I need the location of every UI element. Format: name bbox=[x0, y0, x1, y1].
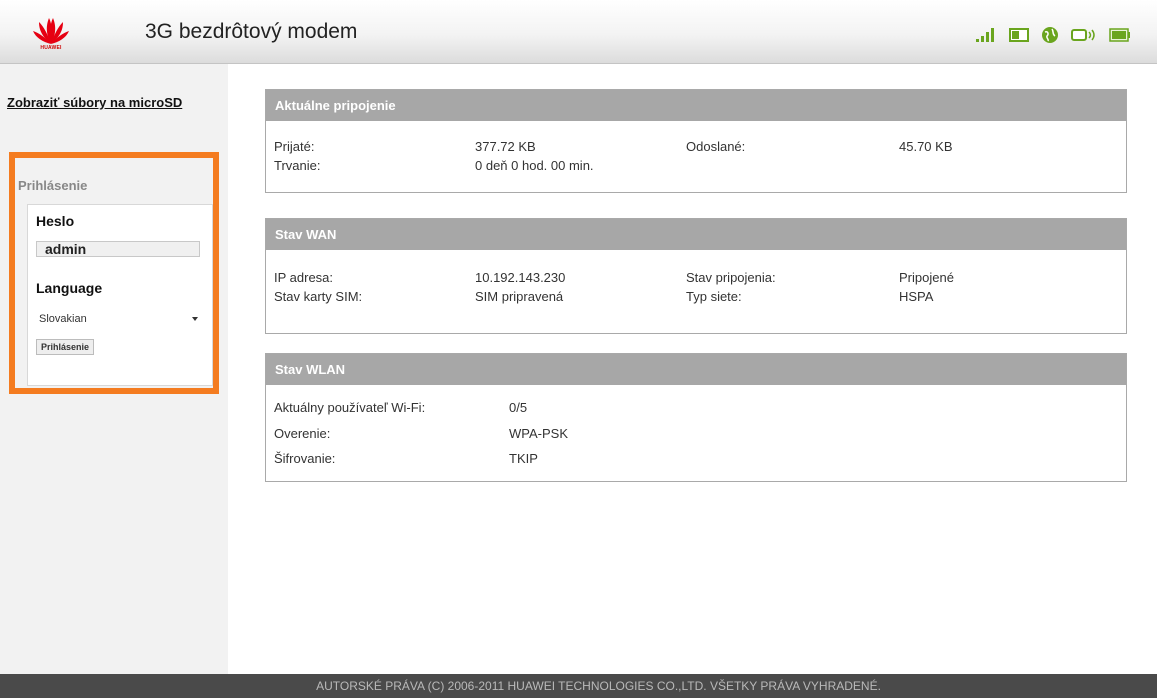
password-input[interactable]: admin bbox=[36, 241, 200, 257]
received-label: Prijaté: bbox=[274, 139, 315, 154]
language-select[interactable]: Slovakian bbox=[36, 309, 202, 329]
ip-address-value: 10.192.143.230 bbox=[475, 270, 566, 285]
internet-globe-icon bbox=[1042, 27, 1058, 43]
sim-state-label: Stav karty SIM: bbox=[274, 289, 363, 304]
wan-status-panel: Stav WAN IP adresa: 10.192.143.230 Stav … bbox=[265, 218, 1127, 334]
login-button[interactable]: Prihlásenie bbox=[36, 339, 95, 355]
login-panel: Prihlásenie Heslo admin Language Slovaki… bbox=[9, 152, 219, 394]
authentication-label: Overenie: bbox=[274, 426, 331, 441]
battery-icon bbox=[1109, 28, 1130, 42]
wifi-users-value: 0/5 bbox=[509, 400, 528, 415]
encryption-label: Šifrovanie: bbox=[274, 451, 336, 466]
login-title: Prihlásenie bbox=[18, 178, 88, 193]
copyright-text: AUTORSKÉ PRÁVA (C) 2006-2011 HUAWEI TECH… bbox=[316, 679, 881, 693]
received-value: 377.72 KB bbox=[475, 139, 536, 154]
login-form: Heslo admin Language Slovakian Prihlásen… bbox=[27, 204, 213, 386]
panel-title: Aktuálne pripojenie bbox=[266, 90, 1126, 121]
password-label: Heslo bbox=[36, 213, 75, 229]
wifi-users-label: Aktuálny používateľ Wi-Fi: bbox=[274, 400, 426, 415]
language-label: Language bbox=[36, 280, 103, 296]
panel-title: Stav WAN bbox=[266, 219, 1126, 250]
network-type-label: Typ siete: bbox=[686, 289, 742, 304]
connection-state-value: Pripojené bbox=[899, 270, 954, 285]
authentication-value: WPA-PSK bbox=[509, 426, 568, 441]
connection-state-label: Stav pripojenia: bbox=[686, 270, 776, 285]
sent-label: Odoslané: bbox=[686, 139, 746, 154]
signal-strength-icon bbox=[976, 28, 994, 42]
wlan-status-panel: Stav WLAN Aktuálny používateľ Wi-Fi: 0/5… bbox=[265, 353, 1127, 482]
huawei-logo: HUAWEI bbox=[30, 14, 72, 54]
sent-value: 45.70 KB bbox=[899, 139, 953, 154]
wifi-device-icon bbox=[1071, 29, 1095, 41]
sim-card-icon bbox=[1009, 28, 1029, 42]
network-type-value: HSPA bbox=[899, 289, 934, 304]
ip-address-label: IP adresa: bbox=[274, 270, 334, 285]
logo-text: HUAWEI bbox=[40, 45, 62, 51]
panel-title: Stav WLAN bbox=[266, 354, 1126, 385]
duration-label: Trvanie: bbox=[274, 158, 321, 173]
duration-value: 0 deň 0 hod. 00 min. bbox=[475, 158, 594, 173]
app-title: 3G bezdrôtový modem bbox=[145, 20, 358, 43]
current-connection-panel: Aktuálne pripojenie Prijaté: 377.72 KB O… bbox=[265, 89, 1127, 193]
top-header: HUAWEI 3G bezdrôtový modem bbox=[0, 0, 1157, 64]
encryption-value: TKIP bbox=[509, 451, 538, 466]
microsd-files-link[interactable]: Zobraziť súbory na microSD bbox=[7, 95, 207, 111]
status-icons bbox=[975, 25, 1131, 45]
chevron-down-icon bbox=[192, 317, 198, 321]
sim-state-value: SIM pripravená bbox=[475, 289, 564, 304]
language-select-value: Slovakian bbox=[39, 313, 87, 325]
footer: AUTORSKÉ PRÁVA (C) 2006-2011 HUAWEI TECH… bbox=[0, 674, 1157, 698]
left-sidebar: Zobraziť súbory na microSD Prihlásenie H… bbox=[0, 64, 228, 674]
